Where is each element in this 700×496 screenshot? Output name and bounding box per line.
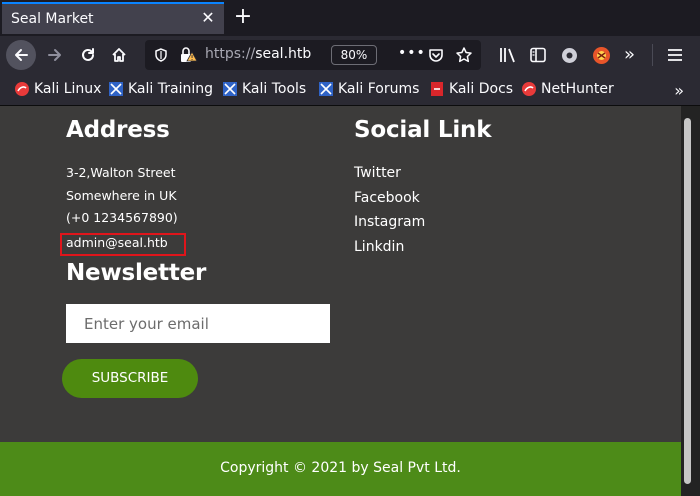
bookmark-label: Kali Tools: [242, 81, 307, 97]
newsletter-email-input[interactable]: [66, 304, 330, 343]
tab-bar: Seal Market ✕ +: [0, 0, 700, 36]
bookmark-label: Kali Training: [128, 81, 213, 97]
hamburger-menu-icon[interactable]: [667, 48, 683, 62]
tab-title: Seal Market: [11, 11, 94, 27]
arrow-right-icon: [48, 49, 61, 61]
vertical-scrollbar[interactable]: [681, 106, 700, 496]
pocket-icon[interactable]: [428, 47, 444, 63]
social-link-twitter[interactable]: Twitter: [354, 165, 401, 181]
bookmark-label: Kali Forums: [338, 81, 420, 97]
zoom-level-badge[interactable]: 80%: [331, 45, 377, 65]
kali-tools-icon: [223, 82, 237, 96]
bookmark-kali-docs[interactable]: Kali Docs: [429, 81, 513, 97]
social-heading: Social Link: [354, 117, 492, 143]
bookmark-star-icon[interactable]: [455, 46, 473, 64]
url-bar[interactable]: https://seal.htb 80% •••: [145, 40, 481, 70]
social-link-facebook[interactable]: Facebook: [354, 190, 420, 206]
bookmark-kali-tools[interactable]: Kali Tools: [222, 81, 306, 97]
close-tab-icon[interactable]: ✕: [200, 10, 216, 26]
back-button[interactable]: [6, 40, 36, 70]
bookmark-nethunter[interactable]: NetHunter: [521, 81, 614, 97]
copyright-text: Copyright © 2021 by Seal Pvt Ltd.: [220, 460, 461, 476]
kali-forums-icon: [319, 82, 333, 96]
browser-window: Seal Market ✕ + https://seal.htb 80% •••…: [0, 0, 700, 496]
kali-docs-icon: [431, 82, 443, 96]
insecure-lock-icon[interactable]: [180, 47, 198, 63]
reload-button[interactable]: [73, 40, 103, 70]
extension-circle-icon[interactable]: [561, 47, 578, 64]
new-tab-icon[interactable]: +: [233, 6, 253, 28]
shield-icon[interactable]: [154, 48, 168, 62]
address-line-region: Somewhere in UK: [66, 188, 177, 203]
page-content: Address 3-2,Walton Street Somewhere in U…: [0, 106, 681, 496]
page-actions-icon[interactable]: •••: [398, 45, 426, 61]
home-icon: [112, 48, 126, 62]
navigation-toolbar: https://seal.htb 80% ••• »: [0, 36, 700, 74]
extension-fox-icon[interactable]: [592, 46, 611, 65]
url-scheme: https://: [205, 46, 256, 62]
bookmark-label: NetHunter: [541, 81, 614, 97]
tab-seal-market[interactable]: Seal Market ✕: [2, 2, 224, 34]
arrow-left-icon: [15, 49, 28, 61]
reload-icon: [82, 48, 94, 61]
kali-training-icon: [109, 82, 123, 96]
subscribe-button[interactable]: SUBSCRIBE: [62, 359, 198, 398]
bookmark-kali-linux[interactable]: Kali Linux: [14, 81, 101, 97]
social-link-linkedin[interactable]: Linkdin: [354, 239, 404, 255]
bookmark-label: Kali Linux: [34, 81, 102, 97]
bookmark-label: Kali Docs: [449, 81, 514, 97]
address-line-street: 3-2,Walton Street: [66, 165, 176, 180]
footer-bar: Copyright © 2021 by Seal Pvt Ltd.: [0, 442, 681, 496]
home-button[interactable]: [104, 40, 134, 70]
url-host: seal.htb: [255, 46, 312, 62]
newsletter-heading: Newsletter: [66, 260, 207, 286]
bookmark-kali-training[interactable]: Kali Training: [108, 81, 213, 97]
bookmarks-overflow-icon[interactable]: »: [674, 81, 684, 100]
url-text: https://seal.htb: [205, 46, 311, 62]
forward-button[interactable]: [40, 40, 70, 70]
email-highlight-box: [60, 233, 186, 256]
address-heading: Address: [66, 117, 170, 143]
bookmark-kali-forums[interactable]: Kali Forums: [318, 81, 419, 97]
scrollbar-thumb[interactable]: [684, 118, 691, 484]
bookmarks-toolbar: Kali Linux Kali Training Kali Tools Kali…: [0, 74, 700, 106]
sidebar-icon[interactable]: [530, 47, 546, 63]
social-link-instagram[interactable]: Instagram: [354, 214, 425, 230]
overflow-chevrons-icon[interactable]: »: [624, 44, 635, 65]
kali-icon: [15, 82, 29, 96]
toolbar-divider: [652, 44, 653, 66]
nethunter-icon: [522, 82, 536, 96]
library-icon[interactable]: [499, 47, 517, 63]
address-line-phone: (+0 1234567890): [66, 210, 178, 225]
